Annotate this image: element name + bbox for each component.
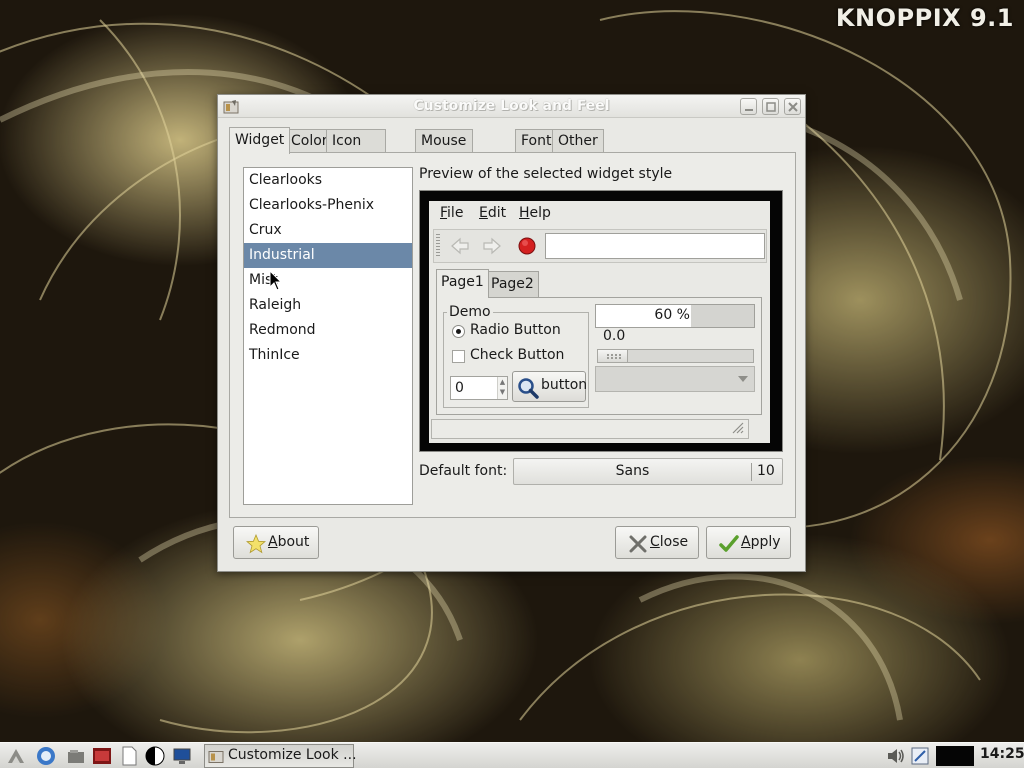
tab-icon-theme[interactable]: Icon Theme — [326, 129, 387, 171]
preview-tab-panel: Demo Radio Button Check Button 0 ▲ ▼ but… — [436, 297, 762, 415]
close-window-button[interactable] — [784, 98, 801, 115]
apply-button[interactable]: Apply — [706, 526, 791, 559]
about-button[interactable]: About — [233, 526, 319, 559]
tray-indicator — [936, 746, 974, 766]
horizontal-scale[interactable] — [597, 349, 754, 363]
radio-button[interactable] — [452, 325, 465, 338]
preview-window: File Edit Help Page1 Page2 Demo Radio Bu… — [429, 201, 770, 443]
window-title: Customize Look and Feel — [413, 98, 610, 114]
toolbar-grip[interactable] — [436, 234, 440, 258]
browser-icon[interactable] — [36, 746, 56, 766]
taskbar-window-button[interactable]: Customize Look ... — [204, 744, 357, 768]
checkmark-icon — [719, 535, 739, 552]
demo-button[interactable]: button — [512, 371, 588, 402]
scale-slider-handle[interactable] — [598, 350, 628, 362]
spin-arrows-icon[interactable]: ▲ ▼ — [497, 377, 507, 399]
tab-other[interactable]: Other — [552, 129, 604, 153]
toolbar-entry[interactable] — [545, 233, 765, 259]
preview-toolbar — [433, 229, 767, 263]
demo-button-label: button — [541, 377, 588, 393]
maximize-icon — [766, 102, 776, 112]
spin-button[interactable]: 0 ▲ ▼ — [450, 376, 508, 400]
close-x-icon — [629, 535, 647, 553]
close-button[interactable]: Close — [615, 526, 699, 559]
theme-item-raleigh[interactable]: Raleigh — [244, 293, 412, 318]
spin-value: 0 — [455, 380, 464, 396]
terminal-icon[interactable] — [92, 746, 112, 766]
font-separator — [751, 463, 752, 481]
tab-widget[interactable]: Widget — [229, 127, 291, 154]
menu-edit[interactable]: Edit — [479, 205, 506, 221]
maximize-button[interactable] — [762, 98, 779, 115]
forward-arrow-icon[interactable] — [480, 235, 504, 257]
volume-icon[interactable] — [886, 746, 906, 766]
theme-item-industrial[interactable]: Industrial — [244, 243, 412, 268]
demo-group-label: Demo — [447, 304, 493, 320]
font-name: Sans — [615, 463, 650, 479]
search-icon — [518, 378, 539, 399]
mouse-pointer-icon — [269, 270, 283, 291]
contrast-icon[interactable] — [145, 746, 165, 766]
theme-item-clearlooks-phenix[interactable]: Clearlooks-Phenix — [244, 193, 412, 218]
check-button-label[interactable]: Check Button — [470, 347, 564, 363]
font-size: 10 — [757, 463, 775, 479]
title-bar[interactable]: Customize Look and Feel — [218, 95, 805, 118]
menu-file[interactable]: File — [440, 205, 463, 221]
resize-grip-icon[interactable] — [730, 420, 744, 434]
tab-page1[interactable]: Page1 — [436, 269, 489, 298]
grip-dots-icon — [607, 354, 621, 359]
tab-mouse-cursor[interactable]: Mouse Cursor — [415, 129, 474, 171]
back-arrow-icon[interactable] — [448, 235, 472, 257]
combo-box[interactable] — [595, 366, 755, 392]
preview-label: Preview of the selected widget style — [419, 166, 673, 182]
progress-bar: 60 % — [595, 304, 755, 328]
preview-statusbar — [431, 419, 749, 439]
start-menu-icon[interactable] — [6, 746, 26, 766]
file-manager-icon[interactable] — [66, 746, 86, 766]
scale-value: 0.0 — [603, 328, 626, 344]
demo-group: Demo Radio Button Check Button 0 ▲ ▼ but… — [443, 304, 589, 408]
network-icon[interactable] — [910, 746, 930, 766]
clock[interactable]: 14:25 — [980, 746, 1024, 762]
widget-preview: File Edit Help Page1 Page2 Demo Radio Bu… — [419, 190, 783, 452]
knoppix-brand-logo: KNOPPIX 9.1 — [835, 4, 1014, 32]
widget-theme-list[interactable]: Clearlooks Clearlooks-Phenix Crux Indust… — [243, 167, 413, 505]
minimize-icon — [745, 109, 753, 111]
star-icon — [246, 534, 266, 554]
document-icon[interactable] — [119, 746, 139, 766]
radio-button-label[interactable]: Radio Button — [470, 322, 561, 338]
close-icon — [788, 102, 798, 112]
check-button[interactable] — [452, 350, 465, 363]
theme-item-clearlooks[interactable]: Clearlooks — [244, 168, 412, 193]
stop-record-icon[interactable] — [515, 235, 539, 257]
progress-text: 60 % — [654, 307, 690, 323]
theme-item-thinice[interactable]: ThinIce — [244, 343, 412, 368]
taskbar: Customize Look ... 14:25 — [0, 742, 1024, 768]
menu-help[interactable]: Help — [519, 205, 551, 221]
widget-tab-panel: Clearlooks Clearlooks-Phenix Crux Indust… — [229, 152, 796, 518]
default-font-button[interactable]: Sans 10 — [513, 458, 783, 485]
customize-look-and-feel-window: Customize Look and Feel Widget Color Ico… — [217, 94, 806, 572]
monitor-icon[interactable] — [172, 746, 192, 766]
appearance-icon — [208, 751, 224, 763]
minimize-button[interactable] — [740, 98, 757, 115]
default-font-label: Default font: — [419, 463, 508, 479]
chevron-down-icon — [738, 376, 748, 382]
theme-item-redmond[interactable]: Redmond — [244, 318, 412, 343]
theme-item-crux[interactable]: Crux — [244, 218, 412, 243]
tab-page2[interactable]: Page2 — [486, 271, 539, 297]
